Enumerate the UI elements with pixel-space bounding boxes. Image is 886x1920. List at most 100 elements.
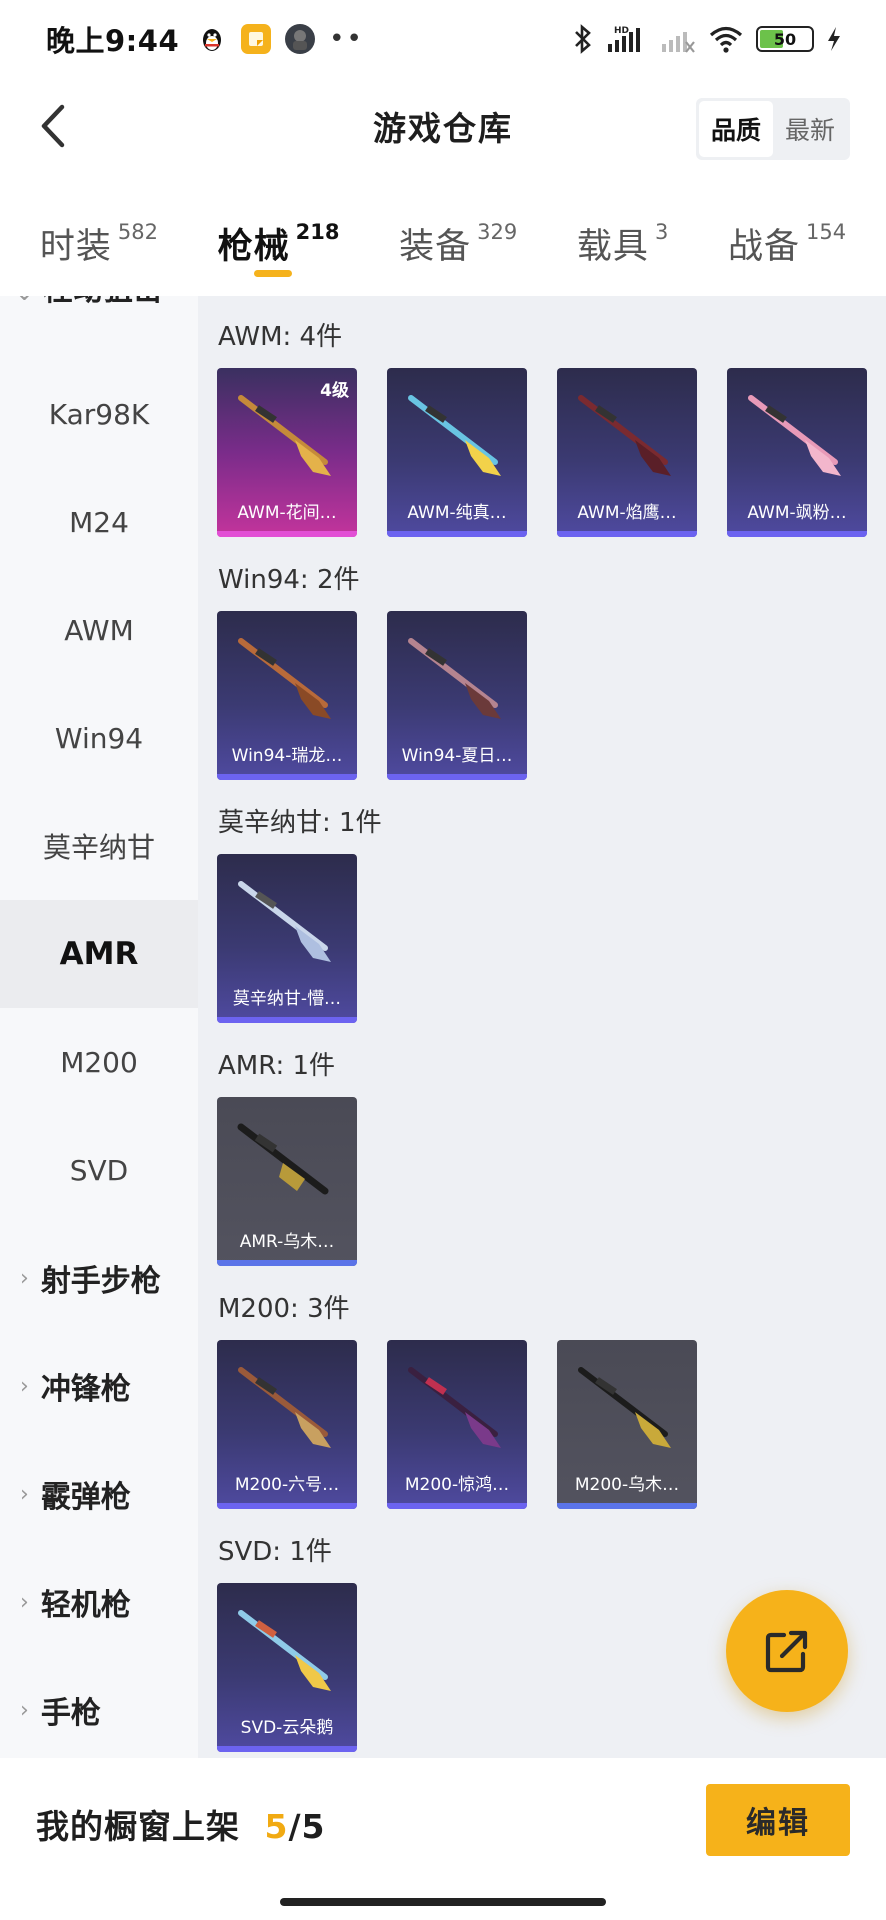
rifle-icon <box>408 395 501 476</box>
tab-supplies[interactable]: 战备 154 <box>728 200 846 290</box>
back-button[interactable] <box>22 96 82 156</box>
item-name: AWM-焰鹰… <box>577 503 677 523</box>
tab-equipment[interactable]: 装备 329 <box>399 200 517 290</box>
sidebar-item-mosin[interactable]: 莫辛纳甘 <box>0 792 198 900</box>
rifle-icon <box>238 1367 331 1448</box>
sidebar-group-smg[interactable]: › 冲锋枪 <box>0 1332 198 1440</box>
sidebar-group-label: 手枪 <box>40 1696 101 1731</box>
share-fab[interactable] <box>726 1590 848 1712</box>
section-title-awm: AWM: 4件 <box>218 322 343 352</box>
rarity-bar <box>217 531 357 537</box>
home-indicator[interactable] <box>280 1898 606 1906</box>
item-card[interactable]: AMR-乌木… <box>217 1097 357 1266</box>
rifle-icon <box>578 395 671 476</box>
item-card[interactable]: 莫辛纳甘-懵… <box>217 854 357 1023</box>
tab-label: 时装 <box>39 227 112 267</box>
item-name: 莫辛纳甘-懵… <box>232 989 342 1009</box>
item-name: AWM-飒粉… <box>747 503 847 523</box>
bottom-bar: 我的橱窗上架 5/5 编辑 <box>0 1758 886 1920</box>
showcase-label: 我的橱窗上架 <box>36 1807 240 1846</box>
signal-icon: HD <box>608 26 640 52</box>
sidebar-item-awm[interactable]: AWM <box>0 576 198 684</box>
sidebar-group-label: 冲锋枪 <box>40 1372 131 1407</box>
sidebar-item-m24[interactable]: M24 <box>0 468 198 576</box>
rifle-icon <box>238 395 331 476</box>
sidebar-group-lmg[interactable]: › 轻机枪 <box>0 1548 198 1656</box>
tab-label: 载具 <box>576 227 649 267</box>
tab-weapons[interactable]: 枪械 218 <box>218 200 340 290</box>
chevron-right-icon: › <box>20 1697 29 1723</box>
chevron-left-icon <box>41 104 65 148</box>
chevron-right-icon: › <box>20 1589 29 1615</box>
tab-count: 3 <box>654 220 669 244</box>
sort-option-quality[interactable]: 品质 <box>698 101 773 157</box>
weapon-sidebar: ⌄栓动狙击 Kar98K M24 AWM Win94 莫辛纳甘 AMR M200… <box>0 296 198 1758</box>
item-name: AMR-乌木… <box>239 1232 335 1252</box>
rifle-icon <box>237 1123 329 1195</box>
item-name: AWM-纯真… <box>407 503 507 523</box>
svg-text:HD: HD <box>614 26 629 36</box>
sidebar-item-kar98k[interactable]: Kar98K <box>0 360 198 468</box>
sidebar-item-svd[interactable]: SVD <box>0 1116 198 1224</box>
sort-option-latest[interactable]: 最新 <box>773 101 847 157</box>
section-title-mosin: 莫辛纳甘: 1件 <box>218 808 382 838</box>
item-card[interactable]: AWM-焰鹰… <box>557 368 697 537</box>
sidebar-item-win94[interactable]: Win94 <box>0 684 198 792</box>
edit-button[interactable]: 编辑 <box>706 1784 850 1856</box>
sidebar-item-amr[interactable]: AMR <box>0 900 198 1008</box>
item-name: M200-惊鸿… <box>404 1475 510 1495</box>
showcase-current-count: 5 <box>264 1807 289 1846</box>
sidebar-group-shotgun[interactable]: › 霰弹枪 <box>0 1440 198 1548</box>
rarity-bar <box>217 1017 357 1023</box>
rifle-icon <box>408 638 501 719</box>
signal-2-icon <box>662 32 695 53</box>
tab-vehicles[interactable]: 载具 3 <box>577 200 668 290</box>
item-card[interactable]: M200-惊鸿… <box>387 1340 527 1509</box>
rarity-bar <box>387 774 527 780</box>
showcase-total-count: 5 <box>301 1807 326 1846</box>
item-card[interactable]: AWM-飒粉… <box>727 368 867 537</box>
item-name: SVD-云朵鹅 <box>240 1718 334 1738</box>
status-time: 晚上9:44 <box>46 24 180 58</box>
sidebar-group-pistol[interactable]: › 手枪 <box>0 1656 198 1758</box>
item-card[interactable]: SVD-云朵鹅 <box>217 1583 357 1752</box>
status-system-icons: HD 50 <box>572 24 842 54</box>
item-card[interactable]: M200-乌木… <box>557 1340 697 1509</box>
chevron-right-icon: › <box>20 1265 29 1291</box>
item-name: M200-乌木… <box>574 1475 680 1495</box>
tab-label: 战备 <box>727 227 800 267</box>
item-name: Win94-夏日… <box>401 746 513 766</box>
tab-count: 218 <box>295 220 340 244</box>
wifi-icon <box>709 26 743 53</box>
status-bar: 晚上9:44 •• HD 50 <box>0 0 886 78</box>
item-card[interactable]: AWM-纯真… <box>387 368 527 537</box>
rarity-bar <box>217 1746 357 1752</box>
section-title-win94: Win94: 2件 <box>218 565 360 595</box>
item-card[interactable]: Win94-夏日… <box>387 611 527 780</box>
rarity-bar <box>217 1503 357 1509</box>
sidebar-group-label: 轻机枪 <box>40 1588 131 1623</box>
bluetooth-icon <box>575 24 591 54</box>
app-header: 游戏仓库 品质 最新 <box>0 78 886 174</box>
rifle-icon <box>238 638 331 719</box>
category-tabs: 时装 582 枪械 218 装备 329 载具 3 战备 154 <box>0 200 886 290</box>
item-card[interactable]: Win94-瑞龙… <box>217 611 357 780</box>
qq-penguin-icon <box>197 24 228 54</box>
rarity-bar <box>557 531 697 537</box>
sidebar-group-dmr[interactable]: › 射手步枪 <box>0 1224 198 1332</box>
sidebar-group-bolt-action[interactable]: ⌄栓动狙击 <box>0 296 198 316</box>
showcase-status: 我的橱窗上架 5/5 <box>36 1800 326 1848</box>
item-card[interactable]: M200-六号… <box>217 1340 357 1509</box>
notes-app-icon <box>241 24 272 54</box>
rarity-bar <box>727 531 867 537</box>
section-title-m200: M200: 3件 <box>218 1294 350 1324</box>
rifle-icon <box>408 1367 501 1448</box>
showcase-separator: / <box>288 1807 302 1846</box>
game-avatar-icon <box>285 24 316 54</box>
tab-fashion[interactable]: 时装 582 <box>40 200 158 290</box>
tab-label: 装备 <box>399 227 472 267</box>
rarity-bar <box>217 774 357 780</box>
sidebar-item-m200[interactable]: M200 <box>0 1008 198 1116</box>
rifle-icon <box>578 1367 671 1448</box>
item-card[interactable]: 4级 AWM-花间… <box>217 368 357 537</box>
